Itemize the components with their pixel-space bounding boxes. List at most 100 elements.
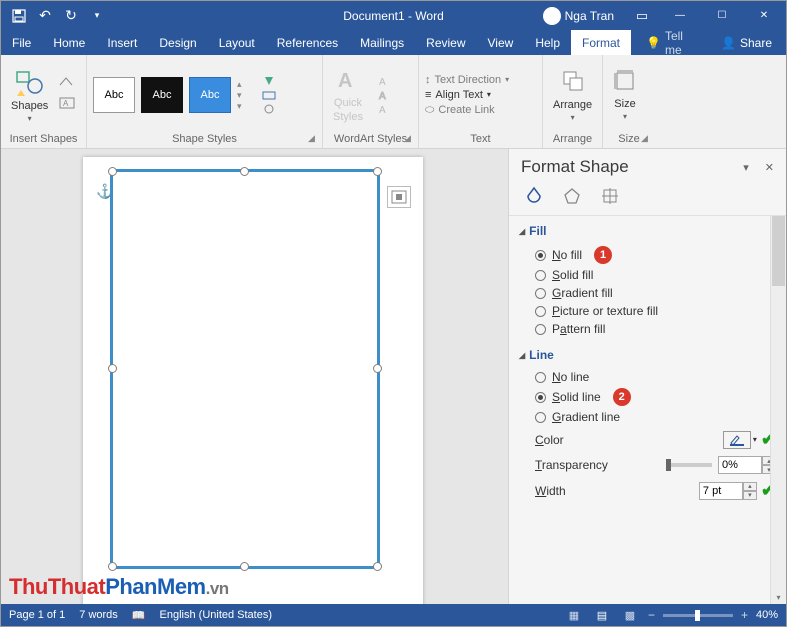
resize-handle-n[interactable] — [240, 167, 249, 176]
transparency-slider[interactable] — [666, 463, 712, 467]
resize-handle-s[interactable] — [240, 562, 249, 571]
status-words[interactable]: 7 words — [79, 609, 118, 621]
radio-pattern-fill[interactable]: Pattern fill — [519, 320, 776, 338]
shapes-gallery-button[interactable]: Shapes ▾ — [7, 66, 52, 125]
line-color-picker[interactable] — [723, 431, 751, 449]
pane-close-button[interactable]: ✕ — [765, 161, 774, 174]
status-language[interactable]: English (United States) — [160, 609, 273, 621]
view-read-mode[interactable]: ▦ — [564, 609, 584, 622]
resize-handle-ne[interactable] — [373, 167, 382, 176]
width-spinner[interactable]: ▴▾ — [743, 482, 757, 500]
group-label-text: Text — [425, 131, 536, 148]
align-text-button[interactable]: ≡Align Text▾ — [425, 89, 509, 101]
text-box-button[interactable]: A — [58, 96, 76, 115]
pane-tab-effects[interactable] — [561, 185, 583, 207]
arrange-button[interactable]: Arrange▾ — [549, 66, 596, 124]
tab-home[interactable]: Home — [42, 30, 96, 55]
shape-style-2[interactable]: Abc — [141, 77, 183, 113]
fill-heading[interactable]: ◢Fill — [519, 224, 776, 238]
zoom-level[interactable]: 40% — [756, 609, 778, 621]
radio-gradient-line[interactable]: Gradient line — [519, 408, 776, 426]
tell-me-search[interactable]: 💡Tell me — [635, 30, 710, 55]
user-name: Nga Tran — [565, 9, 614, 23]
text-outline-button: A — [377, 89, 399, 101]
pane-title: Format Shape — [521, 157, 629, 177]
size-button[interactable]: Size▾ — [609, 67, 641, 123]
qat-customize[interactable]: ▾ — [85, 5, 109, 27]
shape-fill-button[interactable] — [261, 75, 283, 87]
layout-options-button[interactable] — [387, 186, 411, 208]
quick-access-toolbar: ↶ ↻ ▾ — [7, 5, 109, 27]
resize-handle-w[interactable] — [108, 364, 117, 373]
radio-no-line[interactable]: No line — [519, 368, 776, 386]
resize-handle-nw[interactable] — [108, 167, 117, 176]
radio-picture-fill[interactable]: Picture or texture fill — [519, 302, 776, 320]
document-canvas[interactable]: ⚓ — [1, 149, 508, 604]
line-transparency-row: Transparency ▴▾ — [519, 453, 776, 477]
tab-insert[interactable]: Insert — [96, 30, 148, 55]
pane-tab-layout[interactable] — [599, 185, 621, 207]
status-spellcheck-icon[interactable]: 📖 — [132, 609, 146, 622]
transparency-input[interactable] — [718, 456, 762, 474]
zoom-in-button[interactable]: + — [741, 608, 748, 622]
align-text-icon: ≡ — [425, 89, 431, 101]
line-heading[interactable]: ◢Line — [519, 348, 776, 362]
shape-style-1[interactable]: Abc — [93, 77, 135, 113]
pane-tab-fill-line[interactable] — [523, 185, 545, 207]
size-launcher[interactable]: ◢ — [641, 133, 653, 145]
zoom-slider[interactable] — [663, 614, 733, 617]
group-arrange: Arrange▾ Arrange — [543, 55, 603, 148]
resize-handle-e[interactable] — [373, 364, 382, 373]
pane-options-button[interactable]: ▾ — [743, 161, 749, 174]
svg-text:A: A — [63, 99, 69, 108]
ribbon-options-button[interactable]: ▭ — [628, 1, 656, 30]
shape-style-3[interactable]: Abc — [189, 77, 231, 113]
close-button[interactable]: ✕ — [746, 1, 782, 30]
text-fill-button: A — [377, 75, 399, 87]
share-button[interactable]: 👤Share — [710, 30, 786, 55]
wordart-icon: A — [334, 67, 362, 95]
wordart-launcher[interactable]: ◢ — [404, 133, 416, 145]
selected-rectangle-shape[interactable] — [110, 169, 380, 569]
minimize-button[interactable]: — — [662, 1, 698, 30]
user-account[interactable]: Nga Tran — [543, 7, 614, 25]
maximize-button[interactable]: ☐ — [704, 1, 740, 30]
tab-design[interactable]: Design — [148, 30, 207, 55]
resize-handle-se[interactable] — [373, 562, 382, 571]
tab-references[interactable]: References — [266, 30, 349, 55]
tab-layout[interactable]: Layout — [208, 30, 266, 55]
pane-scrollbar[interactable]: ▴ ▾ — [770, 216, 786, 604]
radio-solid-fill[interactable]: Solid fill — [519, 266, 776, 284]
view-print-layout[interactable]: ▤ — [592, 609, 612, 622]
shape-style-more[interactable]: ▴▾▾ — [237, 77, 251, 113]
redo-button[interactable]: ↻ — [59, 5, 83, 27]
status-page[interactable]: Page 1 of 1 — [9, 609, 65, 621]
status-bar: Page 1 of 1 7 words 📖 English (United St… — [1, 604, 786, 626]
radio-solid-line[interactable]: Solid line2 — [519, 386, 776, 408]
shape-outline-button[interactable] — [261, 89, 283, 101]
shape-styles-launcher[interactable]: ◢ — [308, 133, 320, 145]
resize-handle-sw[interactable] — [108, 562, 117, 571]
radio-no-fill[interactable]: No fill1 — [519, 244, 776, 266]
edit-shape-button[interactable] — [58, 75, 76, 94]
save-button[interactable] — [7, 5, 31, 27]
radio-gradient-fill[interactable]: Gradient fill — [519, 284, 776, 302]
tab-view[interactable]: View — [477, 30, 525, 55]
quick-styles-button[interactable]: A Quick Styles — [329, 65, 367, 125]
tab-help[interactable]: Help — [524, 30, 571, 55]
tab-file[interactable]: File — [1, 30, 42, 55]
workspace: ⚓ Format Shape ▾ ✕ — [1, 149, 786, 604]
tab-mailings[interactable]: Mailings — [349, 30, 415, 55]
undo-button[interactable]: ↶ — [33, 5, 57, 27]
section-fill: ◢Fill No fill1 Solid fill Gradient fill … — [519, 224, 776, 338]
width-input[interactable] — [699, 482, 743, 500]
shape-effects-button[interactable] — [261, 103, 283, 115]
tab-review[interactable]: Review — [415, 30, 476, 55]
view-web-layout[interactable]: ▩ — [620, 609, 640, 622]
document-title: Document1 - Word — [343, 9, 443, 23]
bulb-icon: 💡 — [646, 36, 661, 50]
tab-format[interactable]: Format — [571, 30, 631, 55]
text-direction-button: ↕Text Direction▾ — [425, 74, 509, 86]
share-icon: 👤 — [721, 36, 736, 50]
zoom-out-button[interactable]: − — [648, 608, 655, 622]
